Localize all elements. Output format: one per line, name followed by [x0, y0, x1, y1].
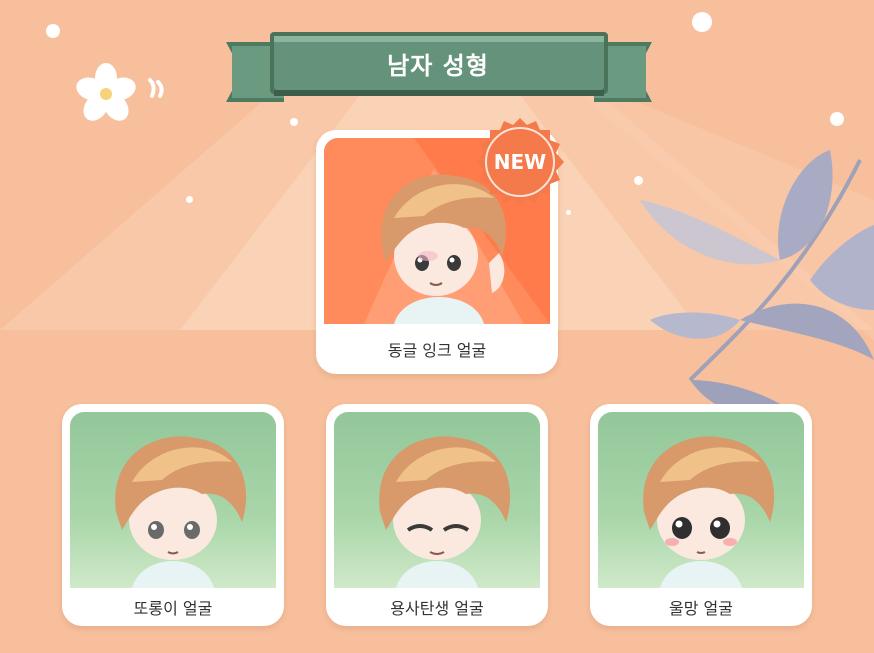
- sparkle-dot: [566, 210, 571, 215]
- face-preview: [70, 412, 276, 588]
- sparkle-dot: [290, 118, 298, 126]
- face-card[interactable]: 용사탄생 얼굴: [326, 404, 548, 626]
- face-preview: [334, 412, 540, 588]
- face-card[interactable]: 또롱이 얼굴: [62, 404, 284, 626]
- flower-icon: [76, 63, 164, 121]
- face-card-label: 울망 얼굴: [669, 599, 733, 618]
- page-title: 남자 성형: [387, 51, 489, 80]
- sparkle-dot: [830, 112, 844, 126]
- face-card[interactable]: 울망 얼굴: [590, 404, 812, 626]
- new-badge-label: NEW: [493, 150, 547, 174]
- face-card-label: 동글 잉크 얼굴: [387, 341, 487, 360]
- sparkle-dot: [46, 24, 60, 38]
- face-preview: [598, 412, 804, 588]
- sparkle-dot: [186, 196, 193, 203]
- face-card-label: 용사탄생 얼굴: [390, 599, 484, 618]
- leaf-decoration: [640, 150, 874, 416]
- sparkle-dot: [692, 12, 712, 32]
- face-card-label: 또롱이 얼굴: [133, 599, 213, 618]
